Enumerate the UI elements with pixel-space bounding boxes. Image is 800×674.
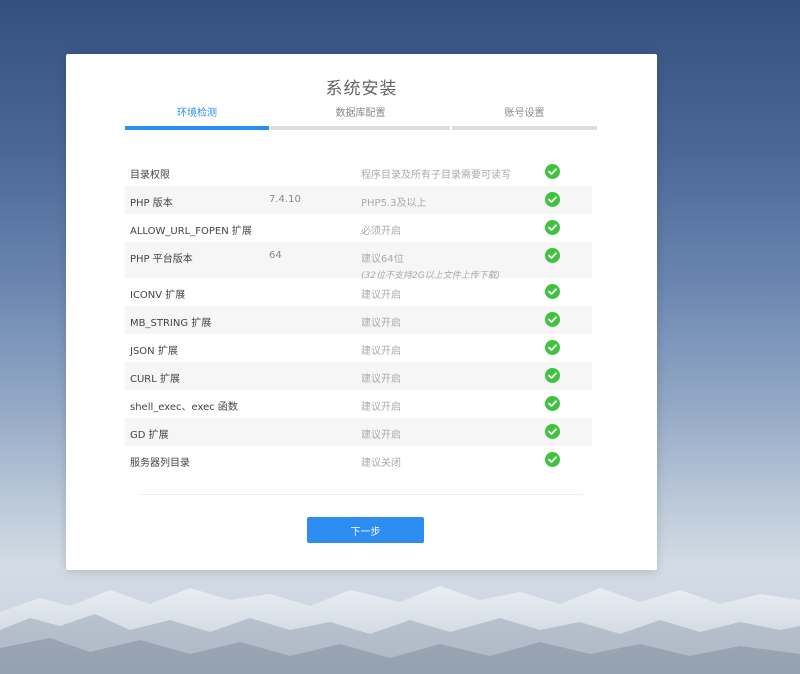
check-circle-icon — [545, 396, 560, 411]
check-name: CURL 扩展 — [130, 374, 180, 385]
next-step-button[interactable]: 下一步 — [307, 517, 424, 543]
check-circle-icon — [545, 248, 560, 263]
check-requirement-text: 建议64位 — [361, 254, 404, 265]
table-row: PHP 版本 7.4.10 PHP5.3及以上 — [125, 186, 592, 214]
step-progress: 环境检测 数据库配置 账号设置 — [125, 104, 597, 130]
check-circle-icon — [545, 368, 560, 383]
check-requirement: 建议开启 — [361, 318, 401, 329]
step-tab-database-config[interactable]: 数据库配置 — [271, 104, 450, 130]
page-title: 系统安装 — [325, 79, 398, 99]
table-row: MB_STRING 扩展 建议开启 — [125, 306, 592, 334]
step-label: 环境检测 — [177, 108, 217, 119]
step-label: 账号设置 — [504, 108, 545, 119]
check-name: JSON 扩展 — [130, 346, 178, 357]
check-name: shell_exec、exec 函数 — [130, 402, 238, 413]
table-row: ALLOW_URL_FOPEN 扩展 必须开启 — [125, 214, 592, 242]
check-name: GD 扩展 — [130, 430, 169, 441]
check-name: 服务器列目录 — [130, 458, 190, 469]
check-requirement: 程序目录及所有子目录需要可读写 — [361, 170, 511, 181]
check-name: ICONV 扩展 — [130, 290, 186, 301]
check-circle-icon — [545, 192, 560, 207]
check-circle-icon — [545, 452, 560, 467]
check-circle-icon — [545, 284, 560, 299]
check-requirement: 建议开启 — [361, 374, 401, 385]
check-value: 64 — [269, 250, 282, 261]
check-name: MB_STRING 扩展 — [130, 318, 212, 329]
check-requirement: 建议开启 — [361, 430, 401, 441]
step-tab-env-check[interactable]: 环境检测 — [125, 104, 269, 130]
check-requirement: PHP5.3及以上 — [361, 198, 427, 209]
check-requirement: 建议开启 — [361, 402, 401, 413]
table-row: 服务器列目录 建议关闭 — [125, 446, 592, 474]
table-row: 目录权限 程序目录及所有子目录需要可读写 — [125, 158, 592, 186]
check-name: 目录权限 — [130, 170, 170, 181]
table-row: ICONV 扩展 建议开启 — [125, 278, 592, 306]
check-circle-icon — [545, 340, 560, 355]
check-name: ALLOW_URL_FOPEN 扩展 — [130, 226, 252, 237]
environment-check-table: 目录权限 程序目录及所有子目录需要可读写 PHP 版本 7.4.10 PHP5.… — [125, 158, 592, 474]
check-requirement: 建议开启 — [361, 290, 401, 301]
step-bar — [271, 126, 450, 130]
check-requirement: 建议关闭 — [361, 458, 401, 469]
check-requirement: 建议开启 — [361, 346, 401, 357]
check-requirement: 建议64位 (32位不支持2G以上文件上传下载) — [361, 250, 500, 281]
check-requirement: 必须开启 — [361, 226, 401, 237]
snowy-mountains-background — [0, 586, 800, 674]
step-tab-account-settings[interactable]: 账号设置 — [452, 104, 597, 130]
check-name: PHP 版本 — [130, 198, 173, 209]
check-name: PHP 平台版本 — [130, 254, 193, 265]
table-row: shell_exec、exec 函数 建议开启 — [125, 390, 592, 418]
table-row: GD 扩展 建议开启 — [125, 418, 592, 446]
check-value: 7.4.10 — [269, 194, 301, 205]
table-row: PHP 平台版本 64 建议64位 (32位不支持2G以上文件上传下载) — [125, 242, 592, 281]
step-bar — [125, 126, 269, 130]
table-row: CURL 扩展 建议开启 — [125, 362, 592, 390]
step-bar — [452, 126, 597, 130]
install-panel: 系统安装 环境检测 数据库配置 账号设置 目录权限 程序目录及所有子目录需要可读… — [66, 54, 657, 570]
check-circle-icon — [545, 220, 560, 235]
check-circle-icon — [545, 424, 560, 439]
step-label: 数据库配置 — [335, 108, 386, 119]
divider — [140, 494, 583, 495]
table-row: JSON 扩展 建议开启 — [125, 334, 592, 362]
check-circle-icon — [545, 164, 560, 179]
check-circle-icon — [545, 312, 560, 327]
